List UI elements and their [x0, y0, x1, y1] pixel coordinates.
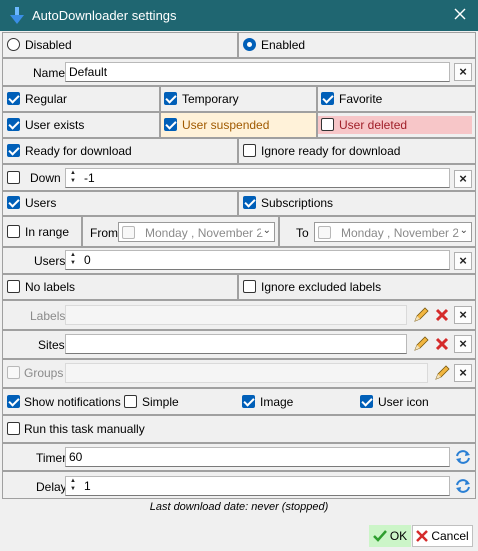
temporary-checkbox[interactable]: [164, 92, 177, 105]
show-notifications-label: Show notifications: [24, 395, 121, 409]
user-icon-label: User icon: [378, 395, 429, 409]
pencil-icon[interactable]: [432, 363, 452, 383]
disabled-radio[interactable]: [7, 38, 20, 51]
user-suspended-checkbox[interactable]: [164, 118, 177, 131]
groups-clear-button[interactable]: ×: [454, 364, 472, 382]
user-suspended-label: User suspended: [182, 118, 270, 132]
to-date-picker[interactable]: Monday , November 2 ⌄: [314, 222, 472, 242]
down-input[interactable]: -1: [65, 168, 450, 188]
close-icon[interactable]: [452, 6, 468, 22]
last-download-status: Last download date: never (stopped): [149, 501, 329, 513]
labels-label: Labels: [30, 309, 66, 323]
timer-label: Timer: [36, 451, 67, 465]
checkmark-icon: [372, 530, 387, 542]
subscriptions-label: Subscriptions: [261, 196, 334, 210]
delete-red-x-icon[interactable]: [432, 305, 452, 325]
run-manually-label: Run this task manually: [24, 422, 145, 436]
users-count-clear-button[interactable]: ×: [454, 252, 472, 270]
to-date-value: Monday , November 2: [341, 226, 460, 240]
groups-input[interactable]: [65, 363, 428, 383]
image-label: Image: [260, 395, 294, 409]
enabled-label: Enabled: [261, 38, 306, 52]
delete-red-x-icon[interactable]: [432, 334, 452, 354]
from-date-value: Monday , November 2: [145, 226, 264, 240]
to-date-checkbox[interactable]: [318, 226, 331, 239]
labels-input[interactable]: [65, 305, 407, 325]
window-title: AutoDownloader settings: [32, 8, 177, 23]
download-arrow-icon: [10, 6, 24, 24]
ok-label: OK: [389, 529, 408, 543]
subscriptions-checkbox[interactable]: [243, 196, 256, 209]
chevron-down-icon: ⌄: [260, 225, 271, 236]
name-clear-button[interactable]: ×: [454, 63, 472, 81]
ok-button[interactable]: OK: [369, 525, 411, 547]
temporary-label: Temporary: [182, 92, 239, 106]
delay-input[interactable]: 1: [65, 476, 450, 496]
in-range-checkbox[interactable]: [7, 225, 20, 238]
user-deleted-checkbox[interactable]: [321, 118, 334, 131]
in-range-label: In range: [25, 225, 70, 239]
favorite-checkbox[interactable]: [321, 92, 334, 105]
ready-for-download-label: Ready for download: [25, 144, 132, 158]
delay-label: Delay: [36, 480, 67, 494]
down-label: Down: [30, 171, 61, 185]
name-input[interactable]: Default: [65, 62, 450, 82]
title-bar: AutoDownloader settings: [0, 0, 478, 31]
ignore-excluded-checkbox[interactable]: [243, 280, 256, 293]
simple-label: Simple: [142, 395, 179, 409]
ready-for-download-checkbox[interactable]: [7, 144, 20, 157]
show-notifications-checkbox[interactable]: [7, 395, 20, 408]
user-exists-label: User exists: [25, 118, 85, 132]
refresh-icon[interactable]: [453, 476, 473, 496]
cancel-label: Cancel: [431, 529, 469, 543]
users-count-input[interactable]: 0: [65, 250, 450, 270]
down-clear-button[interactable]: ×: [454, 170, 472, 188]
sites-label: Sites: [38, 338, 65, 352]
user-deleted-label: User deleted: [339, 118, 408, 132]
from-date-picker[interactable]: Monday , November 2 ⌄: [118, 222, 275, 242]
run-manually-checkbox[interactable]: [7, 422, 20, 435]
pencil-icon[interactable]: [411, 334, 431, 354]
chevron-down-icon: ⌄: [457, 225, 468, 236]
ignore-ready-checkbox[interactable]: [243, 144, 256, 157]
sites-input[interactable]: [65, 334, 407, 354]
enabled-radio[interactable]: [243, 38, 256, 51]
cancel-button[interactable]: Cancel: [412, 525, 473, 547]
to-label: To: [296, 226, 309, 240]
from-date-checkbox[interactable]: [122, 226, 135, 239]
users-checkbox[interactable]: [7, 196, 20, 209]
name-label: Name: [33, 66, 66, 80]
pencil-icon[interactable]: [411, 305, 431, 325]
image-checkbox[interactable]: [242, 395, 255, 408]
simple-checkbox[interactable]: [124, 395, 137, 408]
timer-input[interactable]: 60: [65, 447, 450, 467]
ignore-excluded-label: Ignore excluded labels: [261, 280, 382, 294]
groups-checkbox[interactable]: [7, 366, 20, 379]
users-label: Users: [25, 196, 57, 210]
down-checkbox[interactable]: [7, 171, 20, 184]
sites-clear-button[interactable]: ×: [454, 335, 472, 353]
refresh-icon[interactable]: [453, 447, 473, 467]
regular-checkbox[interactable]: [7, 92, 20, 105]
favorite-label: Favorite: [339, 92, 383, 106]
ignore-ready-label: Ignore ready for download: [261, 144, 401, 158]
user-exists-checkbox[interactable]: [7, 118, 20, 131]
disabled-label: Disabled: [25, 38, 72, 52]
from-label: From: [90, 226, 118, 240]
cancel-x-icon: [416, 530, 429, 542]
down-spinner[interactable]: ▲ ▼: [67, 169, 79, 187]
delay-spinner[interactable]: ▲ ▼: [67, 477, 79, 495]
regular-label: Regular: [25, 92, 68, 106]
no-labels-label: No labels: [25, 280, 76, 294]
no-labels-checkbox[interactable]: [7, 280, 20, 293]
groups-label: Groups: [24, 366, 64, 380]
users-count-label: Users: [34, 254, 66, 268]
users-count-spinner[interactable]: ▲ ▼: [67, 251, 79, 269]
settings-window: AutoDownloader settings Disabled Enabled…: [0, 0, 478, 551]
user-icon-checkbox[interactable]: [360, 395, 373, 408]
labels-clear-button[interactable]: ×: [454, 306, 472, 324]
